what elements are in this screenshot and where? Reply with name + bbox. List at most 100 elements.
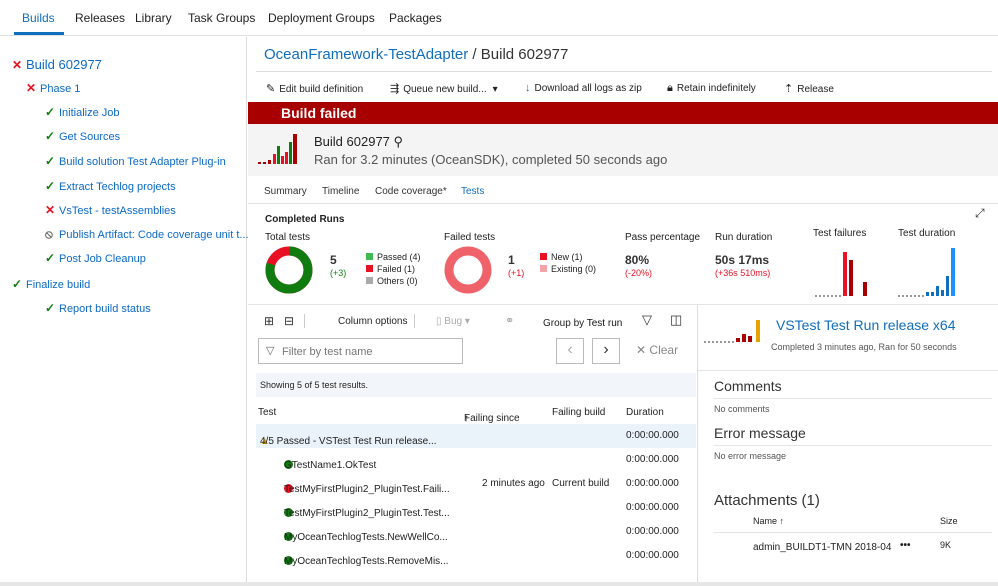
- table-row[interactable]: MyOceanTechlogTests.NewWellCo... 0:00:00…: [256, 520, 696, 544]
- tree-build[interactable]: ✕ Build 602977: [12, 57, 102, 72]
- step-label: Report build status: [59, 303, 151, 315]
- clear-filter-button[interactable]: ✕ Clear: [636, 343, 678, 357]
- split-pane-icon[interactable]: ◫: [670, 312, 682, 328]
- next-button[interactable]: ›: [592, 338, 620, 364]
- expand-icon[interactable]: ⤢: [975, 206, 985, 221]
- tree-step-initialize-job[interactable]: ✓ Initialize Job: [45, 105, 120, 119]
- previous-button[interactable]: ‹: [556, 338, 584, 364]
- chevron-down-icon[interactable]: ▾: [493, 84, 498, 95]
- test-name-text: MyOceanTechlogTests.NewWellCo...: [284, 532, 448, 543]
- queue-label: Queue new build...: [403, 84, 487, 95]
- failed-tests-count: 1: [508, 253, 515, 267]
- table-row[interactable]: GTestName1.OkTest 0:00:00.000: [256, 448, 696, 472]
- column-failing-since-label: Failing since: [464, 413, 520, 424]
- tree-phase[interactable]: ✕ Phase 1: [26, 81, 80, 95]
- tab-code-coverage[interactable]: Code coverage*: [375, 186, 447, 197]
- group-by-value: Test run: [586, 318, 623, 329]
- bug-button[interactable]: ▯ Bug ▾: [436, 316, 470, 327]
- test-failing-build: Current build: [552, 478, 610, 489]
- table-row[interactable]: TestMyFirstPlugin2_PluginTest.Test... 0:…: [256, 496, 696, 520]
- failed-tests-delta: (+1): [508, 268, 525, 278]
- attachments-column-name[interactable]: Name ↑: [753, 516, 784, 526]
- test-failures-trend-chart: [815, 252, 867, 297]
- legend-existing-label: Existing (0): [551, 264, 597, 274]
- total-tests-delta: (+3): [330, 268, 347, 278]
- tab-summary[interactable]: Summary: [264, 186, 307, 197]
- download-logs-button[interactable]: ↓ Download all logs as zip: [525, 82, 642, 94]
- bug-label: Bug: [444, 316, 463, 327]
- link-icon[interactable]: ⚭: [505, 314, 514, 327]
- download-icon: ↓: [525, 82, 531, 94]
- tab-library[interactable]: Library: [135, 11, 172, 25]
- column-options-button[interactable]: Column options: [338, 316, 407, 327]
- legend-existing: Existing (0): [540, 264, 596, 274]
- tree-step-report-status[interactable]: ✓ Report build status: [45, 301, 151, 315]
- group-by[interactable]: Group by Test run: [543, 318, 622, 329]
- tab-deployment-groups[interactable]: Deployment Groups: [268, 11, 375, 25]
- queue-new-build-button[interactable]: ⇶ Queue new build... ▾: [390, 82, 498, 95]
- top-navigation: Builds Releases Library Task Groups Depl…: [0, 0, 998, 36]
- horizontal-scrollbar[interactable]: [0, 582, 998, 586]
- tab-task-groups[interactable]: Task Groups: [188, 11, 255, 25]
- tab-tests[interactable]: Tests: [461, 186, 484, 197]
- attachments-column-size[interactable]: Size: [940, 516, 958, 526]
- legend-swatch: [540, 253, 547, 260]
- retain-indefinitely-button[interactable]: 🔒︎ Retain indefinitely: [667, 82, 756, 95]
- legend-others: Others (0): [366, 276, 418, 286]
- collapse-all-icon[interactable]: ⊟: [284, 314, 294, 328]
- tree-step-vstest[interactable]: ✕ VsTest - testAssemblies: [45, 203, 176, 217]
- filter-input[interactable]: ▽ Filter by test name: [258, 338, 463, 364]
- skipped-icon: ⦸: [45, 227, 53, 241]
- divider: [304, 314, 305, 328]
- attachment-name[interactable]: admin_BUILDT1-TMN 2018-04: [753, 542, 891, 553]
- run-history-chart-icon: [704, 320, 760, 343]
- table-header: Test ↑ Failing since Failing build Durat…: [256, 401, 696, 425]
- lock-icon: 🔒︎: [667, 82, 673, 94]
- test-duration: 0:00:00.000: [626, 478, 679, 489]
- success-check-icon: ✓: [45, 129, 56, 143]
- tree-step-post-job-cleanup[interactable]: ✓ Post Job Cleanup: [45, 251, 146, 265]
- build-title-text: Build 602977: [314, 134, 390, 149]
- table-row[interactable]: MyOceanTechlogTests.RemoveMis... 0:00:00…: [256, 544, 696, 568]
- failed-tests-donut: [444, 246, 492, 294]
- success-check-icon: ✓: [45, 301, 56, 315]
- release-button[interactable]: ⇡ Release: [784, 82, 834, 95]
- tab-packages[interactable]: Packages: [389, 11, 442, 25]
- column-test[interactable]: Test: [258, 407, 276, 418]
- tree-step-get-sources[interactable]: ✓ Get Sources: [45, 129, 120, 143]
- breadcrumb-separator: /: [468, 46, 481, 63]
- test-run-title[interactable]: VSTest Test Run release x64: [776, 317, 956, 333]
- edit-build-definition-button[interactable]: ✎ Edit build definition: [266, 82, 363, 95]
- pane-splitter[interactable]: [697, 305, 698, 586]
- tree-step-publish-artifact[interactable]: ⦸ Publish Artifact: Code coverage unit t.…: [45, 227, 249, 242]
- close-icon: ✕: [636, 343, 647, 357]
- test-group-row[interactable]: ⌄ ▲ 4/5 Passed - VSTest Test Run release…: [256, 424, 696, 448]
- build-summary-header: Build 602977 ⚲ Ran for 3.2 minutes (Ocea…: [248, 124, 998, 176]
- tree-step-extract-techlog[interactable]: ✓ Extract Techlog projects: [45, 179, 176, 193]
- column-duration[interactable]: Duration: [626, 407, 664, 418]
- pass-percentage-delta: (-20%): [625, 268, 653, 278]
- comments-text: No comments: [714, 404, 770, 414]
- group-by-label: Group by: [543, 318, 585, 329]
- tab-builds[interactable]: Builds: [22, 11, 55, 25]
- legend-swatch: [366, 253, 373, 260]
- tree-step-build-solution[interactable]: ✓ Build solution Test Adapter Plug-in: [45, 154, 226, 168]
- pass-percentage-label: Pass percentage: [625, 232, 701, 243]
- filter-icon[interactable]: ▽: [642, 312, 652, 328]
- expand-all-icon[interactable]: ⊞: [264, 314, 274, 328]
- run-duration-label: Run duration: [715, 232, 773, 243]
- tree-finalize-build[interactable]: ✓ Finalize build: [12, 277, 90, 291]
- tab-releases[interactable]: Releases: [75, 11, 125, 25]
- test-name-text: GTestName1.OkTest: [284, 460, 377, 471]
- column-failing-build[interactable]: Failing build: [552, 407, 605, 418]
- breadcrumb-build: Build 602977: [480, 46, 569, 63]
- breadcrumb-project[interactable]: OceanFramework-TestAdapter: [264, 46, 468, 63]
- legend-swatch: [366, 277, 373, 284]
- more-actions-icon[interactable]: •••: [900, 540, 911, 551]
- table-row[interactable]: TestMyFirstPlugin2_PluginTest.Faili... 2…: [256, 472, 696, 496]
- test-failing-since: 2 minutes ago: [482, 478, 545, 489]
- total-tests-donut: [265, 246, 313, 294]
- legend-failed-label: Failed (1): [377, 264, 416, 274]
- tab-timeline[interactable]: Timeline: [322, 186, 359, 197]
- attachment-size: 9K: [940, 540, 952, 550]
